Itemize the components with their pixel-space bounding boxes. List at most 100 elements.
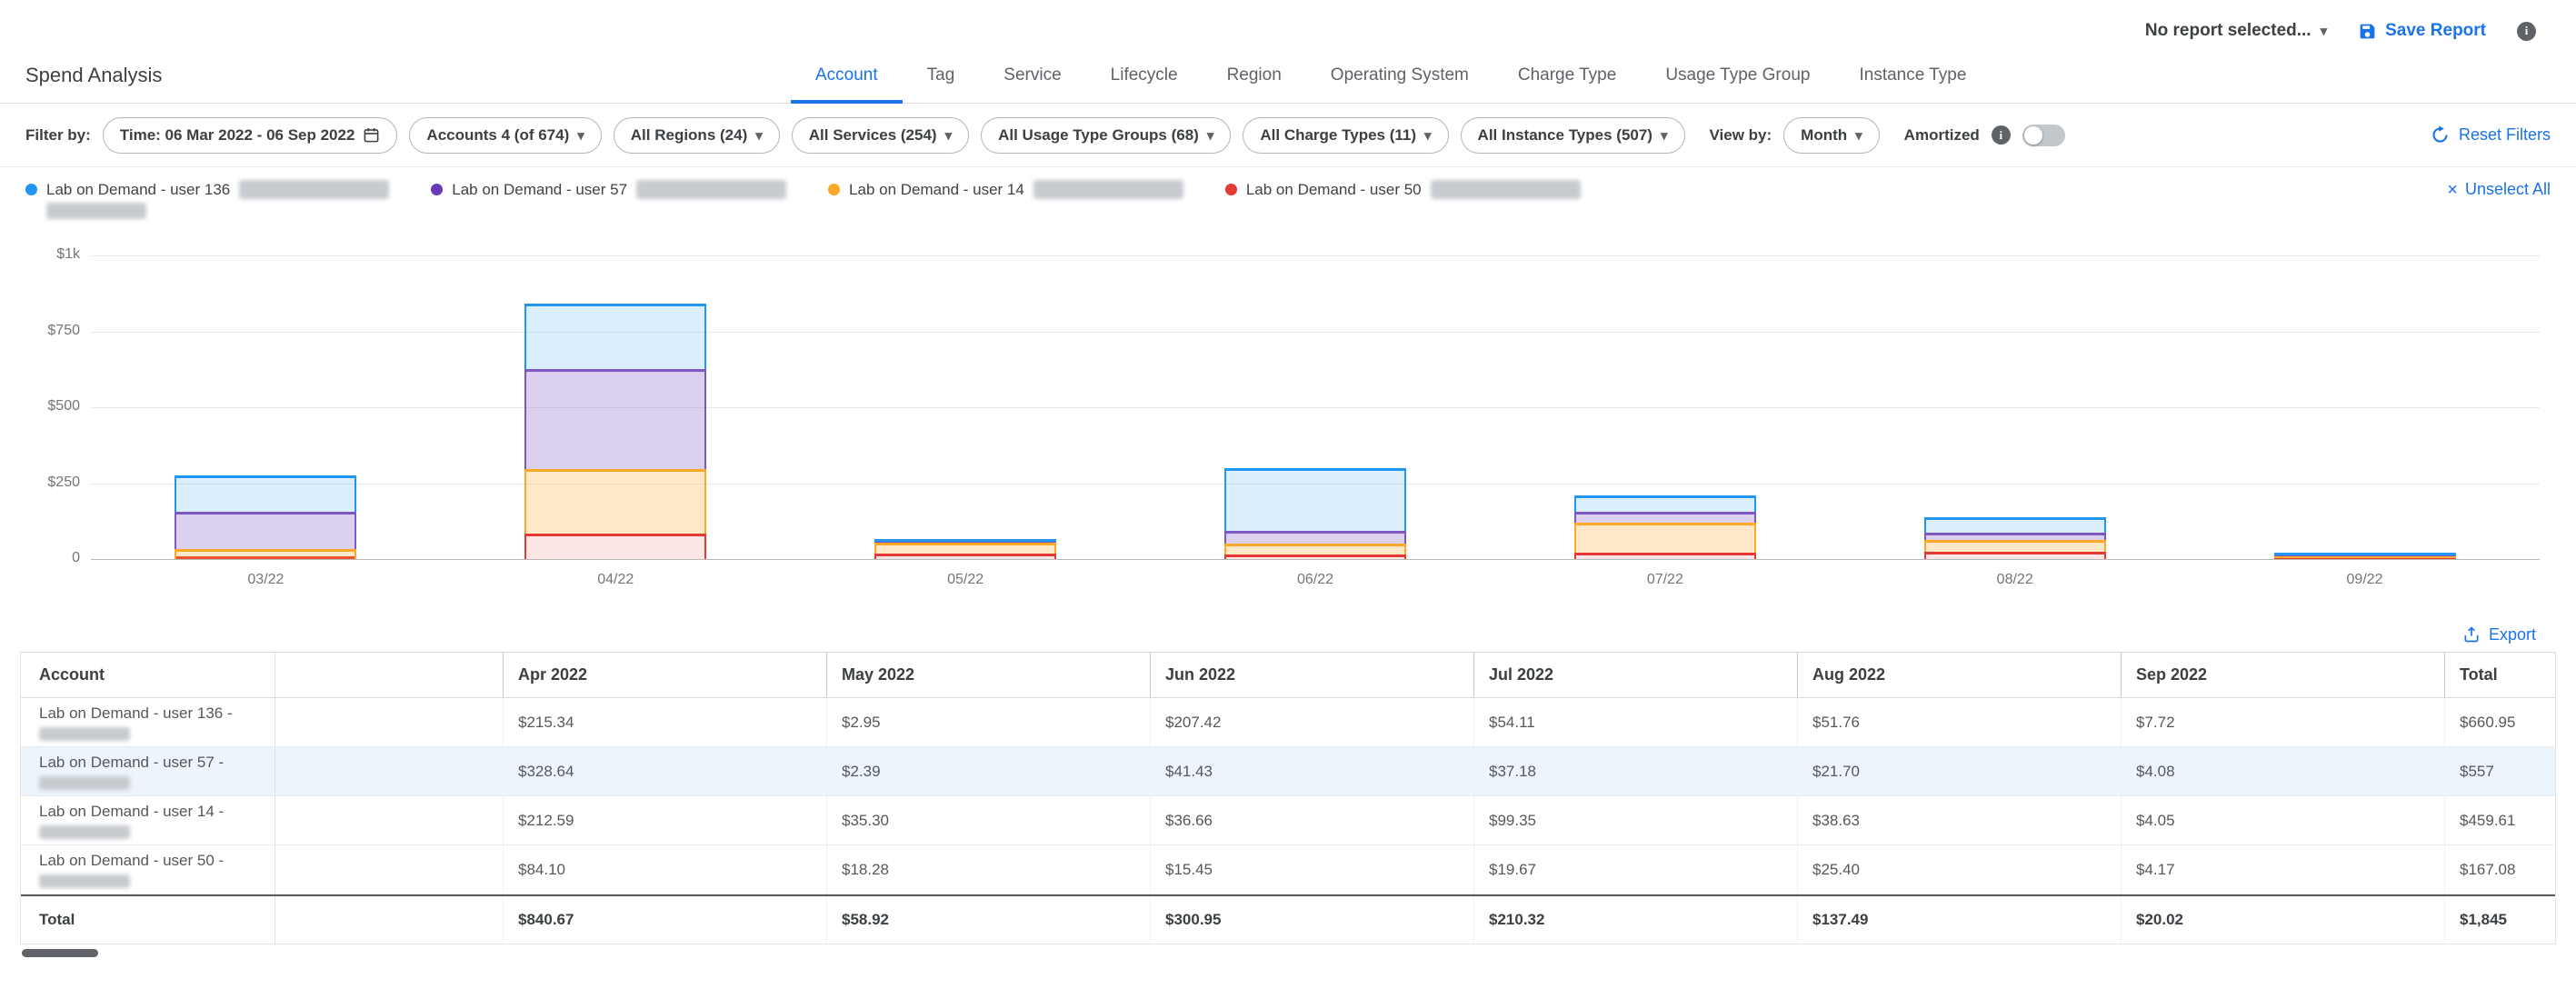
bar-segment-lab-on-demand-user-57-06-22[interactable] <box>1224 531 1406 544</box>
bar-segment-lab-on-demand-user-50-08-22[interactable] <box>1924 552 2106 559</box>
filter-by-label: Filter by: <box>25 126 91 145</box>
filter-pill-all-regions[interactable]: All Regions (24)▾ <box>614 117 780 154</box>
tab-region[interactable]: Region <box>1203 47 1306 104</box>
legend-item-lab-on-demand-user-14[interactable]: Lab on Demand - user 14 <box>828 180 1183 199</box>
export-bar: Export <box>0 604 2576 648</box>
redacted-text <box>39 776 130 790</box>
close-icon: × <box>2447 181 2458 199</box>
title-tab-bar: Spend Analysis AccountTagServiceLifecycl… <box>0 47 2576 104</box>
tab-lifecycle[interactable]: Lifecycle <box>1086 47 1203 104</box>
info-icon[interactable]: i <box>1992 125 2011 145</box>
bar-segment-lab-on-demand-user-57-04-22[interactable] <box>524 369 706 469</box>
table-body: Lab on Demand - user 136 -$215.34$2.95$2… <box>21 698 2555 894</box>
account-name: Lab on Demand - user 57 - <box>39 753 275 772</box>
tab-bar: AccountTagServiceLifecycleRegionOperatin… <box>791 47 1991 104</box>
legend-item-lab-on-demand-user-50[interactable]: Lab on Demand - user 50 <box>1225 180 1581 199</box>
gridline <box>91 559 2540 560</box>
tab-service[interactable]: Service <box>979 47 1085 104</box>
table-header-spacer <box>275 653 503 697</box>
filter-pill-label: All Usage Type Groups (68) <box>998 126 1199 145</box>
amortized-toggle[interactable] <box>2022 125 2065 146</box>
spend-chart: 03/2204/2205/2206/2207/2208/2209/22 $1k$… <box>0 223 2576 604</box>
table-cell-value: $18.28 <box>826 845 1150 894</box>
report-selector-dropdown[interactable]: No report selected... ▾ <box>2145 21 2327 41</box>
tab-operating-system[interactable]: Operating System <box>1306 47 1493 104</box>
view-by-dropdown[interactable]: Month ▾ <box>1783 117 1880 154</box>
filter-pill-all-charge-types[interactable]: All Charge Types (11)▾ <box>1243 117 1448 154</box>
tab-instance-type[interactable]: Instance Type <box>1834 47 1991 104</box>
page-title: Spend Analysis <box>25 64 162 87</box>
table-cell-value: $207.42 <box>1150 698 1473 746</box>
legend-item-row: Lab on Demand - user 57 <box>431 180 786 199</box>
bar-segment-lab-on-demand-user-136-03-22[interactable] <box>175 475 356 513</box>
filter-pill-accounts-4[interactable]: Accounts 4 (of 674) ▾ <box>409 117 601 154</box>
bar-segment-lab-on-demand-user-136-04-22[interactable] <box>524 304 706 369</box>
tab-tag[interactable]: Tag <box>903 47 980 104</box>
bar-segment-lab-on-demand-user-57-03-22[interactable] <box>175 512 356 549</box>
bar-segment-lab-on-demand-user-136-09-22[interactable] <box>2274 553 2456 555</box>
y-axis-label: $250 <box>13 475 80 491</box>
bar-segment-lab-on-demand-user-57-07-22[interactable] <box>1574 512 1756 523</box>
filter-pill-label: All Regions (24) <box>631 126 747 145</box>
redacted-text <box>39 727 130 741</box>
bar-segment-lab-on-demand-user-50-07-22[interactable] <box>1574 553 1756 559</box>
bar-segment-lab-on-demand-user-136-08-22[interactable] <box>1924 517 2106 533</box>
total-cell-value: $58.92 <box>826 896 1150 944</box>
info-icon[interactable]: i <box>2517 22 2536 41</box>
unselect-all-button[interactable]: × Unselect All <box>2447 180 2551 199</box>
bar-segment-lab-on-demand-user-50-05-22[interactable] <box>874 554 1056 559</box>
account-name: Lab on Demand - user 136 - <box>39 704 275 723</box>
bar-segment-lab-on-demand-user-14-05-22[interactable] <box>874 543 1056 554</box>
tab-charge-type[interactable]: Charge Type <box>1493 47 1641 104</box>
bar-segment-lab-on-demand-user-14-03-22[interactable] <box>175 549 356 559</box>
view-by-label: View by: <box>1710 126 1772 145</box>
bar-segment-lab-on-demand-user-136-05-22[interactable] <box>874 539 1056 542</box>
filter-pill-time-06-mar-2022-06-sep-2022[interactable]: Time: 06 Mar 2022 - 06 Sep 2022 <box>103 117 398 154</box>
table-cell-value: $2.95 <box>826 698 1150 746</box>
table-cell-value: $7.72 <box>2121 698 2444 746</box>
redacted-text <box>46 203 146 219</box>
chevron-down-icon: ▾ <box>577 127 584 144</box>
export-button[interactable]: Export <box>2462 621 2536 648</box>
refresh-icon <box>2431 125 2450 145</box>
bar-segment-lab-on-demand-user-136-07-22[interactable] <box>1574 495 1756 512</box>
filter-pill-all-services[interactable]: All Services (254)▾ <box>792 117 969 154</box>
table-cell-value: $41.43 <box>1150 747 1473 795</box>
table-total-row: Total$840.67$58.92$300.95$210.32$137.49$… <box>21 894 2555 944</box>
filter-pill-label: All Instance Types (507) <box>1478 126 1652 145</box>
table-cell-spacer <box>275 845 503 894</box>
tab-usage-type-group[interactable]: Usage Type Group <box>1641 47 1834 104</box>
gridline <box>91 407 2540 408</box>
x-axis-label: 05/22 <box>902 572 1029 588</box>
filter-pill-label: Accounts 4 (of 674) <box>426 126 569 145</box>
table-horizontal-scrollbar[interactable] <box>22 949 98 957</box>
chevron-down-icon: ▾ <box>1661 127 1668 144</box>
bar-segment-lab-on-demand-user-50-06-22[interactable] <box>1224 554 1406 559</box>
table-header-jun-2022: Jun 2022 <box>1150 653 1473 697</box>
bar-segment-lab-on-demand-user-50-04-22[interactable] <box>524 534 706 559</box>
bar-segment-lab-on-demand-user-136-06-22[interactable] <box>1224 468 1406 531</box>
save-report-button[interactable]: Save Report <box>2358 21 2486 41</box>
reset-filters-button[interactable]: Reset Filters <box>2431 125 2551 145</box>
legend-item-lab-on-demand-user-57[interactable]: Lab on Demand - user 57 <box>431 180 786 199</box>
filter-pill-all-usage-type-groups[interactable]: All Usage Type Groups (68)▾ <box>981 117 1231 154</box>
legend-item-lab-on-demand-user-136[interactable]: Lab on Demand - user 136 <box>25 180 389 219</box>
tab-account[interactable]: Account <box>791 47 903 104</box>
table-header-row: AccountApr 2022May 2022Jun 2022Jul 2022A… <box>21 653 2555 698</box>
filter-pill-all-instance-types[interactable]: All Instance Types (507) ▾ <box>1461 117 1685 154</box>
report-selector-label: No report selected... <box>2145 21 2311 41</box>
account-name: Lab on Demand - user 50 - <box>39 851 275 870</box>
gridline <box>91 255 2540 256</box>
table-cell-value: $15.45 <box>1150 845 1473 894</box>
bar-segment-lab-on-demand-user-14-06-22[interactable] <box>1224 544 1406 554</box>
chevron-down-icon: ▾ <box>2321 23 2328 39</box>
bar-segment-lab-on-demand-user-14-08-22[interactable] <box>1924 540 2106 552</box>
redacted-text <box>1033 180 1183 199</box>
y-axis-label: $1k <box>13 246 80 263</box>
x-axis-label: 04/22 <box>552 572 679 588</box>
bar-segment-lab-on-demand-user-14-07-22[interactable] <box>1574 523 1756 553</box>
bar-segment-lab-on-demand-user-14-04-22[interactable] <box>524 469 706 534</box>
bar-segment-lab-on-demand-user-57-08-22[interactable] <box>1924 533 2106 539</box>
table-cell-value: $4.17 <box>2121 845 2444 894</box>
table-cell-value: $84.10 <box>503 845 826 894</box>
